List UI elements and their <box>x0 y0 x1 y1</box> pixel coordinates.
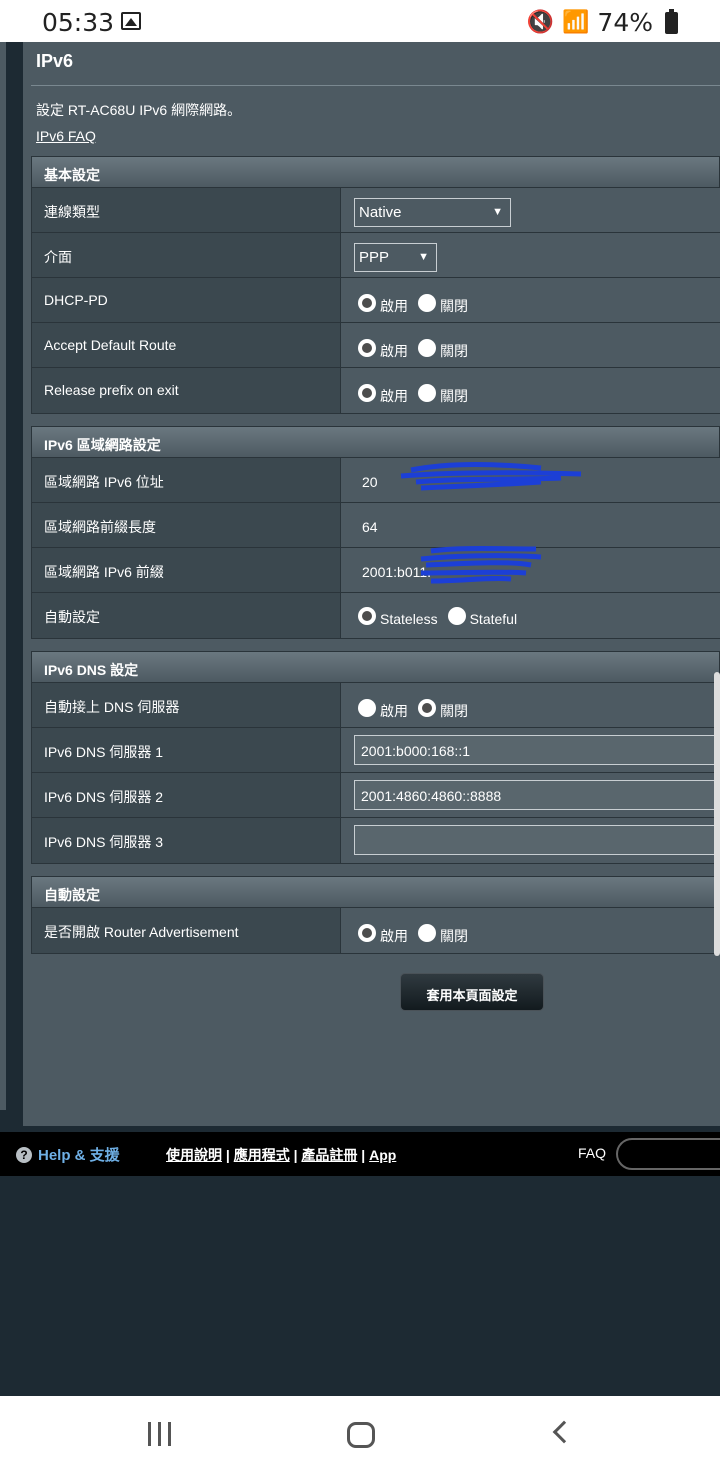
table-row: Release prefix on exit 啟用 關閉 <box>31 368 720 414</box>
stateful-radio[interactable] <box>447 607 466 625</box>
section-header: 自動設定 <box>31 876 720 908</box>
recent-apps-icon[interactable] <box>148 1422 171 1446</box>
dropdown-arrow-icon: ▼ <box>492 206 503 218</box>
release-prefix-enable-radio[interactable] <box>358 384 376 402</box>
row-label: Accept Default Route <box>31 323 340 367</box>
lan-prefix-length: 64 <box>340 503 720 547</box>
table-row: 自動設定 Stateless Stateful <box>31 593 720 639</box>
section-header: IPv6 DNS 設定 <box>31 651 720 683</box>
router-adv-enable-radio[interactable] <box>358 924 376 942</box>
interface-select[interactable]: PPP ▼ <box>354 243 437 272</box>
section-header: 基本設定 <box>31 156 720 188</box>
router-adv-disable-radio[interactable] <box>418 924 436 942</box>
table-row: Accept Default Route 啟用 關閉 <box>31 323 720 368</box>
row-label: Release prefix on exit <box>31 368 340 413</box>
page-title: IPv6 <box>31 42 720 86</box>
table-row: DHCP-PD 啟用 關閉 <box>31 278 720 323</box>
table-row: 連線類型 Native ▼ <box>31 188 720 233</box>
dns-settings-section: IPv6 DNS 設定 自動接上 DNS 伺服器 啟用 關閉 IPv6 DNS … <box>31 651 720 864</box>
row-label: IPv6 DNS 伺服器 1 <box>31 728 340 772</box>
table-row: IPv6 DNS 伺服器 2 2001:4860:4860::8888 <box>31 773 720 818</box>
row-label: 自動設定 <box>31 593 340 638</box>
content-panel: IPv6 設定 RT-AC68U IPv6 網際網路。 IPv6 FAQ 基本設… <box>23 42 720 1126</box>
gallery-icon <box>121 12 141 30</box>
scrollbar[interactable] <box>714 672 720 956</box>
footer-links: 使用說明 | 應用程式 | 產品註冊 | App <box>166 1147 397 1163</box>
navigation-bar <box>0 1396 720 1480</box>
dhcp-pd-disable-radio[interactable] <box>418 294 436 312</box>
row-label: 介面 <box>31 233 340 277</box>
auto-settings-section: 自動設定 是否開啟 Router Advertisement 啟用 關閉 <box>31 876 720 954</box>
accept-route-enable-radio[interactable] <box>358 339 376 357</box>
table-row: 區域網路 IPv6 前綴 2001:b011. <box>31 546 720 593</box>
dhcp-pd-enable-radio[interactable] <box>358 294 376 312</box>
side-menu-edge[interactable] <box>0 42 6 1110</box>
battery-icon <box>665 8 678 34</box>
connection-type-select[interactable]: Native ▼ <box>354 198 511 227</box>
apply-button[interactable]: 套用本頁面設定 <box>400 973 544 1011</box>
row-label: 是否開啟 Router Advertisement <box>31 908 340 953</box>
row-label: 區域網路前綴長度 <box>31 503 340 547</box>
help-link[interactable]: ? Help & 支援 <box>16 1144 120 1165</box>
status-time: 05:33 <box>42 8 115 37</box>
section-header: IPv6 區域網路設定 <box>31 426 720 458</box>
page-description: 設定 RT-AC68U IPv6 網際網路。 <box>36 102 242 118</box>
utility-link[interactable]: 應用程式 <box>234 1147 290 1163</box>
row-label: 區域網路 IPv6 前綴 <box>31 548 340 592</box>
accept-route-disable-radio[interactable] <box>418 339 436 357</box>
lan-settings-section: IPv6 區域網路設定 區域網路 IPv6 位址 20 區域網路前綴長度 64 <box>31 426 720 639</box>
row-label: 連線類型 <box>31 188 340 232</box>
stateless-radio[interactable] <box>358 607 376 625</box>
row-label: DHCP-PD <box>31 278 340 322</box>
basic-settings-section: 基本設定 連線類型 Native ▼ 介面 PPP ▼ DHCP-PD 啟用 關… <box>31 156 720 414</box>
table-row: 區域網路前綴長度 64 <box>31 503 720 548</box>
table-row: IPv6 DNS 伺服器 3 <box>31 818 720 864</box>
row-label: IPv6 DNS 伺服器 3 <box>31 818 340 863</box>
redaction-scribble <box>420 546 542 584</box>
faq-search-input[interactable] <box>616 1138 720 1170</box>
redaction-scribble <box>400 462 582 491</box>
dns-server-1-input[interactable]: 2001:b000:168::1 <box>354 735 720 765</box>
table-row: IPv6 DNS 伺服器 1 2001:b000:168::1 <box>31 728 720 773</box>
table-row: 自動接上 DNS 伺服器 啟用 關閉 <box>31 683 720 728</box>
release-prefix-disable-radio[interactable] <box>418 384 436 402</box>
dns-auto-disable-radio[interactable] <box>418 699 436 717</box>
mute-icon: 🔇 <box>526 10 555 35</box>
row-label: IPv6 DNS 伺服器 2 <box>31 773 340 817</box>
router-page: IPv6 設定 RT-AC68U IPv6 網際網路。 IPv6 FAQ 基本設… <box>0 42 720 1396</box>
faq-label: FAQ <box>578 1145 607 1161</box>
status-icons: 🔇 📶 74% <box>527 8 678 37</box>
back-icon[interactable] <box>552 1420 576 1444</box>
dropdown-arrow-icon: ▼ <box>418 251 429 263</box>
table-row: 是否開啟 Router Advertisement 啟用 關閉 <box>31 908 720 954</box>
lan-ipv6-address: 20 <box>362 474 378 490</box>
help-icon: ? <box>16 1146 32 1163</box>
dns-auto-enable-radio[interactable] <box>358 699 376 717</box>
ipv6-faq-link[interactable]: IPv6 FAQ <box>31 120 720 144</box>
table-row: 介面 PPP ▼ <box>31 233 720 278</box>
product-registration-link[interactable]: 產品註冊 <box>301 1147 357 1163</box>
row-label: 區域網路 IPv6 位址 <box>31 458 340 502</box>
dns-server-2-input[interactable]: 2001:4860:4860::8888 <box>354 780 720 810</box>
dns-server-3-input[interactable] <box>354 825 720 855</box>
home-icon[interactable] <box>347 1422 375 1448</box>
wifi-icon: 📶 <box>562 10 590 35</box>
battery-percent: 74% <box>597 8 653 37</box>
manual-link[interactable]: 使用說明 <box>166 1147 222 1163</box>
status-bar: 05:33 🔇 📶 74% <box>0 0 720 42</box>
app-link[interactable]: App <box>369 1147 396 1163</box>
table-row: 區域網路 IPv6 位址 20 <box>31 458 720 503</box>
footer-bar: ? Help & 支援 使用說明 | 應用程式 | 產品註冊 | App FAQ <box>0 1132 720 1176</box>
row-label: 自動接上 DNS 伺服器 <box>31 683 340 727</box>
